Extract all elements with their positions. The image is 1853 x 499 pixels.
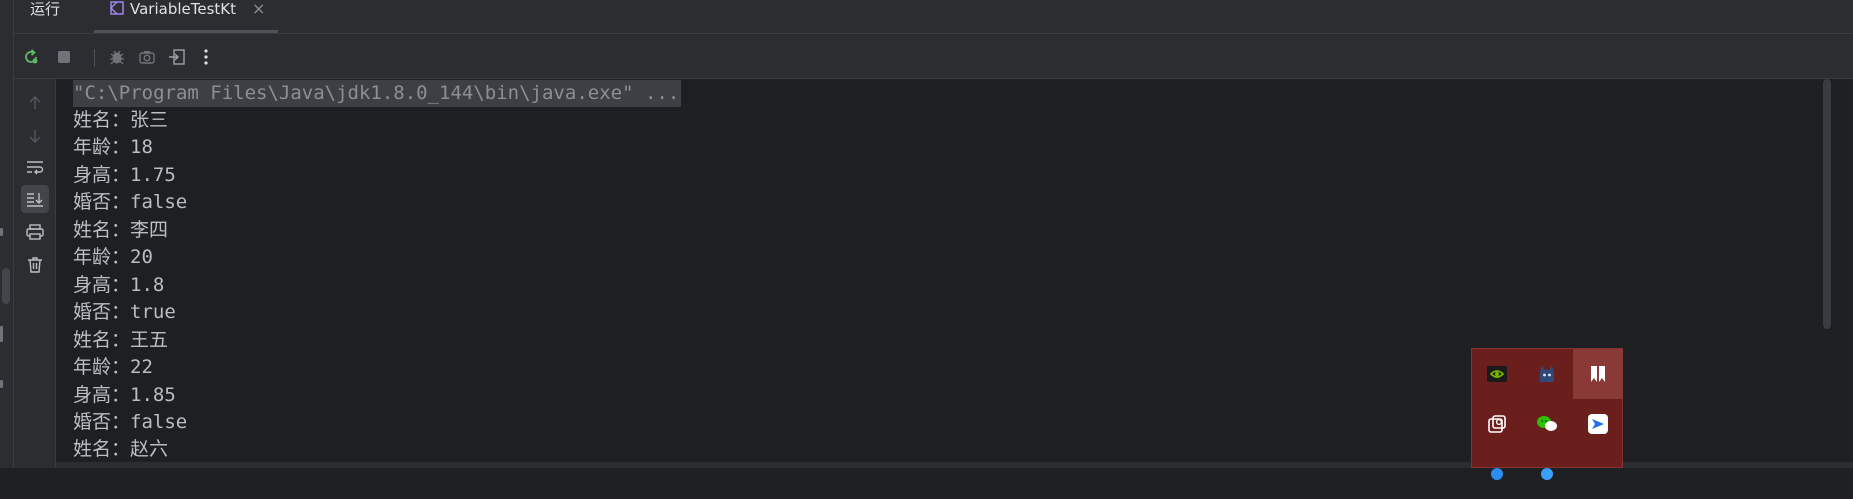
exit-icon: [169, 49, 185, 65]
soft-wrap-icon: [27, 161, 44, 175]
run-tool-window-header: 运行 VariableTestKt ×: [14, 0, 1853, 34]
toolbar-separator: [94, 49, 95, 67]
clear-all-button[interactable]: [21, 250, 49, 278]
scroll-to-end-icon: [27, 193, 43, 207]
more-icon: [204, 49, 208, 65]
soft-wrap-button[interactable]: [21, 153, 49, 181]
rerun-icon: [25, 49, 38, 64]
console-line: 婚否：false: [73, 191, 188, 213]
console-line: 婚否：false: [73, 411, 188, 433]
console-side-toolbar: [14, 79, 56, 468]
console-line: 姓名：王五: [73, 329, 169, 351]
tab-variabletestkt[interactable]: VariableTestKt ×: [94, 0, 278, 33]
feishu-icon: [1588, 414, 1608, 434]
bookmark-app-icon: [1591, 366, 1605, 382]
cat-app-icon: [1540, 366, 1554, 382]
debug-button[interactable]: [106, 46, 128, 68]
next-occurrence-button[interactable]: [21, 122, 49, 150]
console-line: 身高：1.8: [73, 274, 165, 296]
screenshot-icon: [139, 51, 155, 64]
vertical-scrollbar[interactable]: [1823, 79, 1831, 329]
trash-icon: [28, 256, 42, 273]
rerun-button[interactable]: [20, 46, 42, 68]
debug-icon: [110, 50, 124, 65]
arrow-down-icon: [29, 130, 41, 143]
print-button[interactable]: [21, 218, 49, 246]
tray-item-feishu[interactable]: [1573, 399, 1623, 449]
tray-item-nvidia[interactable]: [1472, 349, 1522, 399]
edge-handle[interactable]: [2, 268, 10, 304]
blue-app-icon: [1491, 468, 1503, 480]
edge-marker: [0, 228, 3, 236]
wechat-icon: [1537, 416, 1557, 431]
console-line: 年龄：20: [73, 246, 153, 268]
scroll-to-end-button[interactable]: [21, 185, 49, 213]
more-options-button[interactable]: [195, 46, 217, 68]
kotlin-file-icon: [110, 1, 124, 15]
tray-item-blue-app-2[interactable]: [1522, 449, 1572, 499]
tray-item-blue-app[interactable]: [1472, 449, 1522, 499]
system-tray-popup: [1471, 348, 1623, 480]
nvidia-icon: [1487, 366, 1507, 382]
console-line: 身高：1.75: [73, 164, 176, 186]
edge-marker: [0, 380, 3, 388]
console-line: 婚否：true: [73, 301, 176, 323]
close-icon[interactable]: ×: [252, 0, 265, 18]
run-title: 运行: [30, 0, 61, 18]
tab-label: VariableTestKt: [130, 0, 236, 18]
console-line: 身高：1.85: [73, 384, 176, 406]
console-line: 姓名：张三: [73, 109, 169, 131]
run-toolbar: [14, 34, 1853, 79]
screen-capture-icon: [1488, 415, 1506, 433]
tray-item-wechat[interactable]: [1522, 399, 1572, 449]
console-line: 年龄：18: [73, 136, 153, 158]
tray-item-cat-app[interactable]: [1522, 349, 1572, 399]
left-edge-strip: [0, 0, 14, 468]
stop-icon: [58, 51, 70, 63]
print-icon: [26, 224, 44, 240]
console-line: 姓名：李四: [73, 219, 169, 241]
arrow-up-icon: [29, 96, 41, 109]
blue-app-icon-2: [1541, 468, 1553, 480]
console-line: 年龄：22: [73, 356, 153, 378]
previous-occurrence-button[interactable]: [21, 89, 49, 117]
command-line: "C:\Program Files\Java\jdk1.8.0_144\bin\…: [73, 80, 682, 107]
screenshot-button[interactable]: [136, 46, 158, 68]
exit-button[interactable]: [166, 46, 188, 68]
edge-marker: [0, 326, 3, 342]
console-line: 姓名：赵六: [73, 438, 169, 460]
tray-item-bookmark-app[interactable]: [1573, 349, 1623, 399]
tray-item-screen-capture[interactable]: [1472, 399, 1522, 449]
stop-button[interactable]: [53, 46, 75, 68]
